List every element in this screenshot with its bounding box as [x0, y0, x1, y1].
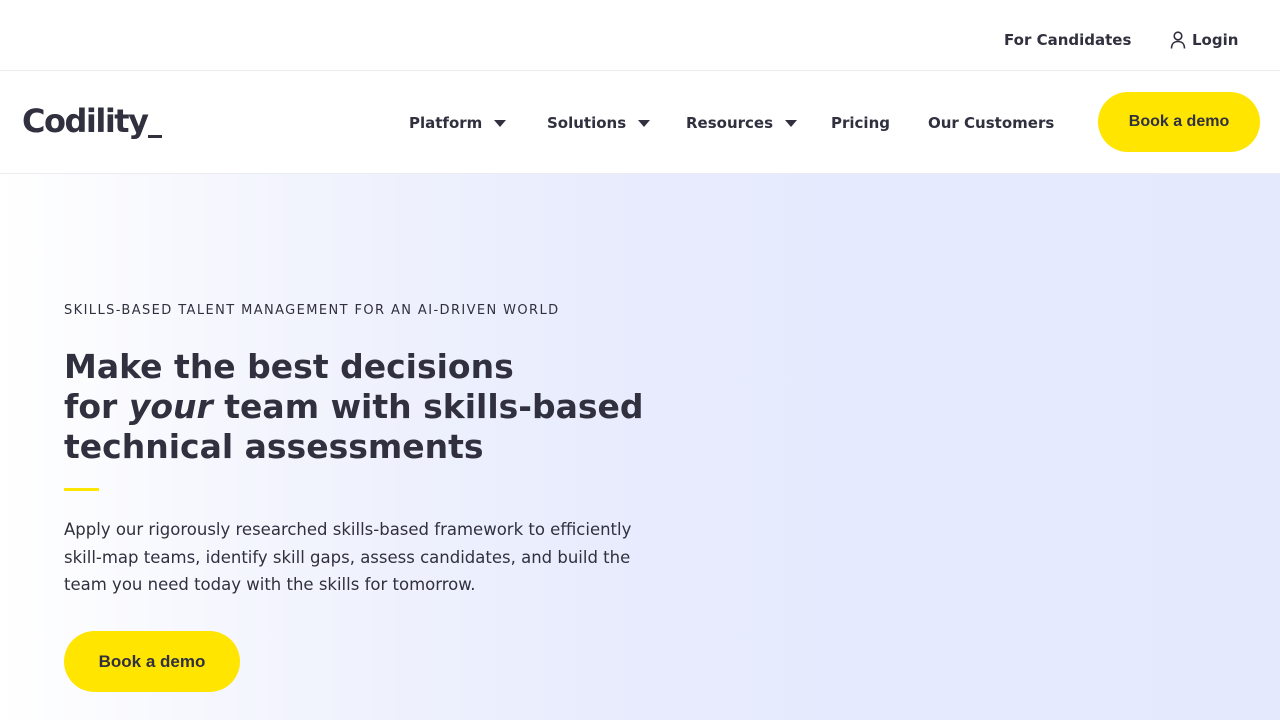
- headline-line-1: Make the best decisions: [64, 347, 514, 386]
- for-candidates-link[interactable]: For Candidates: [1004, 29, 1131, 51]
- hero-headline: Make the best decisions for your team wi…: [64, 347, 664, 467]
- nav-item-label: Pricing: [831, 114, 890, 132]
- nav-item-label: Solutions: [547, 114, 627, 132]
- book-demo-nav-button[interactable]: Book a demo: [1098, 92, 1260, 152]
- nav-item-pricing[interactable]: Pricing: [831, 112, 890, 134]
- login-link[interactable]: Login: [1170, 29, 1238, 51]
- nav-item-platform[interactable]: Platform: [409, 112, 507, 134]
- headline-for: for: [64, 387, 118, 426]
- caret-down-icon: [785, 119, 798, 127]
- accent-divider: [64, 488, 99, 491]
- nav-item-resources[interactable]: Resources: [686, 112, 798, 134]
- hero-description: Apply our rigorously researched skills-b…: [64, 520, 632, 594]
- nav-item-label: Platform: [409, 114, 483, 132]
- login-label: Login: [1192, 31, 1239, 49]
- headline-emphasis: your: [128, 387, 213, 426]
- user-icon: [1170, 31, 1186, 49]
- logo-cursor-mark: [148, 135, 163, 138]
- nav-item-our-customers[interactable]: Our Customers: [928, 112, 1054, 134]
- logo-text: Codility: [22, 102, 149, 140]
- nav-item-label: Our Customers: [928, 114, 1055, 132]
- codility-logo[interactable]: Codility: [22, 101, 163, 141]
- book-demo-hero-button[interactable]: Book a demo: [64, 631, 240, 692]
- utility-bar: For Candidates Login: [0, 0, 1280, 71]
- nav-item-solutions[interactable]: Solutions: [547, 112, 651, 134]
- headline-line-3: technical assessments: [64, 427, 484, 466]
- caret-down-icon: [638, 119, 651, 127]
- caret-down-icon: [494, 119, 507, 127]
- nav-item-label: Resources: [686, 114, 774, 132]
- headline-line-2-rest: team with skills-based: [224, 387, 644, 426]
- hero-eyebrow: SKILLS-BASED TALENT MANAGEMENT FOR AN AI…: [64, 303, 560, 318]
